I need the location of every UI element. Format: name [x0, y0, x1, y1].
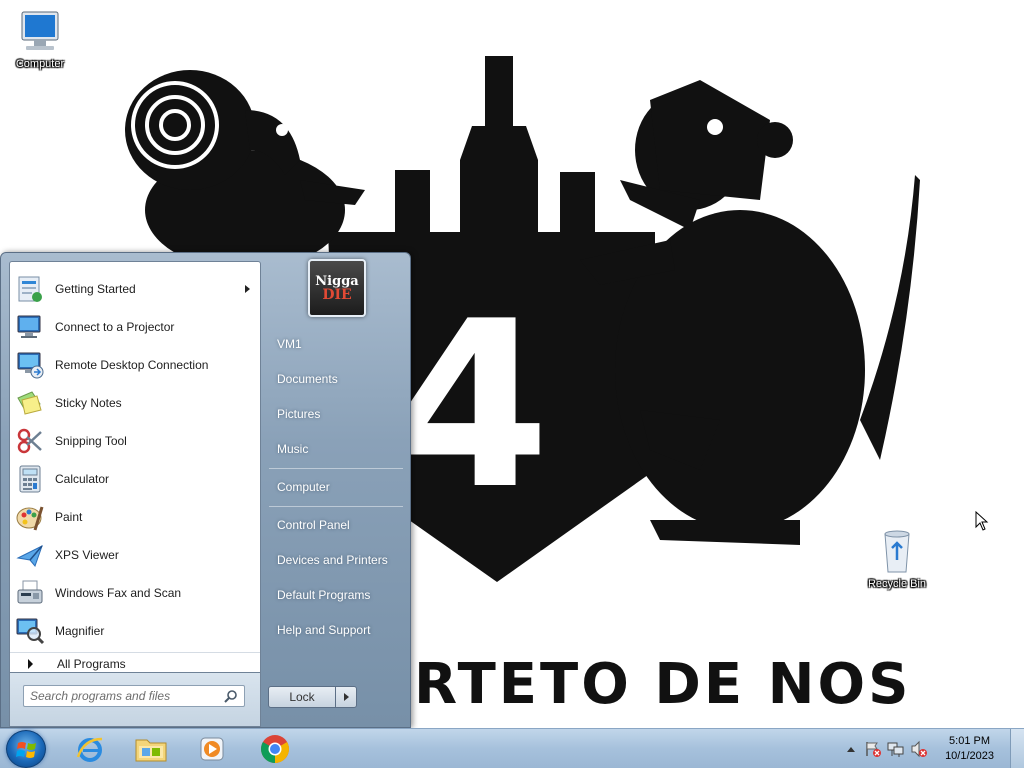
recycle-bin-icon: [873, 528, 921, 574]
program-sticky-notes[interactable]: Sticky Notes: [12, 384, 258, 422]
calculator-icon: [14, 463, 46, 495]
right-pane-divider: [269, 506, 403, 507]
xps-viewer-icon: [14, 539, 46, 571]
right-link-control-panel[interactable]: Control Panel: [277, 518, 350, 532]
paint-icon: [14, 501, 46, 533]
clock-date: 10/1/2023: [945, 750, 994, 762]
media-player-icon: [200, 737, 224, 761]
user-account-picture[interactable]: Nigga DIE: [308, 259, 366, 317]
chevron-right-icon: [343, 693, 349, 701]
all-programs-arrow-icon: [28, 658, 33, 669]
start-button[interactable]: [6, 730, 46, 768]
search-placeholder: Search programs and files: [30, 689, 171, 703]
snipping-tool-icon: [14, 425, 46, 457]
desktop-icon-label: Recycle Bin: [867, 578, 927, 590]
taskbar: 5:01 PM 10/1/2023: [0, 728, 1024, 768]
mouse-cursor-icon: [975, 511, 989, 531]
taskbar-media-player[interactable]: [182, 731, 242, 767]
notification-area: 5:01 PM 10/1/2023: [834, 729, 1024, 768]
program-remote-desktop[interactable]: Remote Desktop Connection: [12, 346, 258, 384]
internet-explorer-icon: [76, 737, 103, 762]
all-programs-label: All Programs: [57, 656, 126, 671]
right-link-music[interactable]: Music: [277, 442, 308, 456]
projector-icon: [14, 311, 46, 343]
search-icon[interactable]: [224, 689, 238, 703]
fax-scan-icon: [14, 577, 46, 609]
right-link-user[interactable]: VM1: [277, 337, 302, 351]
desktop-icon-computer[interactable]: Computer: [0, 8, 80, 70]
program-label: Connect to a Projector: [55, 320, 175, 334]
program-snipping-tool[interactable]: Snipping Tool: [12, 422, 258, 460]
sticky-notes-icon: [14, 387, 46, 419]
program-label: XPS Viewer: [55, 548, 119, 562]
show-hidden-icons-icon[interactable]: [846, 745, 856, 753]
lock-button[interactable]: Lock: [268, 686, 336, 708]
desktop-icon-recycle-bin[interactable]: Recycle Bin: [857, 528, 937, 590]
program-paint[interactable]: Paint: [12, 498, 258, 536]
right-link-documents[interactable]: Documents: [277, 372, 338, 386]
system-clock[interactable]: 5:01 PM 10/1/2023: [945, 734, 994, 764]
program-label: Snipping Tool: [55, 434, 127, 448]
submenu-arrow-icon[interactable]: [245, 285, 250, 293]
right-pane-divider: [269, 468, 403, 469]
program-connect-projector[interactable]: Connect to a Projector: [12, 308, 258, 346]
all-programs-button[interactable]: All Programs: [10, 652, 260, 674]
start-search-area: Search programs and files: [9, 673, 261, 727]
program-label: Getting Started: [55, 282, 136, 296]
wallpaper-number: 4: [390, 273, 550, 540]
computer-icon: [16, 8, 64, 54]
show-desktop-button[interactable]: [1010, 729, 1024, 768]
program-getting-started[interactable]: Getting Started: [12, 270, 258, 308]
wallpaper-text: RTETO DE NOS: [414, 652, 912, 717]
program-calculator[interactable]: Calculator: [12, 460, 258, 498]
wallpaper-ram: [125, 70, 365, 270]
taskbar-internet-explorer[interactable]: [60, 731, 120, 767]
program-label: Windows Fax and Scan: [55, 586, 182, 600]
volume-muted-icon[interactable]: [910, 740, 928, 758]
windows-logo-icon: [16, 742, 36, 758]
right-link-computer[interactable]: Computer: [277, 480, 330, 494]
program-label: Sticky Notes: [55, 396, 122, 410]
clock-time: 5:01 PM: [949, 735, 991, 747]
user-picture-text-2: DIE: [322, 286, 352, 303]
chrome-icon: [261, 735, 289, 763]
shutdown-options-button[interactable]: [335, 686, 357, 708]
program-xps-viewer[interactable]: XPS Viewer: [12, 536, 258, 574]
right-link-help-support[interactable]: Help and Support: [277, 623, 370, 637]
search-input[interactable]: Search programs and files: [23, 685, 245, 707]
taskbar-windows-explorer[interactable]: [121, 731, 181, 767]
getting-started-icon: [14, 273, 46, 305]
remote-desktop-icon: [14, 349, 46, 381]
right-link-default-programs[interactable]: Default Programs: [277, 588, 370, 602]
program-label: Calculator: [55, 472, 110, 486]
program-label: Magnifier: [55, 624, 105, 638]
program-fax-scan[interactable]: Windows Fax and Scan: [12, 574, 258, 612]
taskbar-chrome[interactable]: [245, 731, 305, 767]
desktop-icon-label: Computer: [15, 58, 65, 70]
windows-explorer-icon: [135, 739, 167, 762]
program-magnifier[interactable]: Magnifier: [12, 612, 258, 650]
program-label: Paint: [55, 510, 83, 524]
magnifier-icon: [14, 615, 46, 647]
start-menu: Getting Started Connect to a Projector R…: [0, 252, 411, 728]
right-link-devices-printers[interactable]: Devices and Printers: [277, 553, 388, 567]
right-link-pictures[interactable]: Pictures: [277, 407, 320, 421]
start-menu-programs-pane: Getting Started Connect to a Projector R…: [9, 261, 261, 673]
action-center-icon[interactable]: [864, 740, 882, 758]
program-label: Remote Desktop Connection: [55, 358, 209, 372]
network-icon[interactable]: [887, 740, 905, 758]
